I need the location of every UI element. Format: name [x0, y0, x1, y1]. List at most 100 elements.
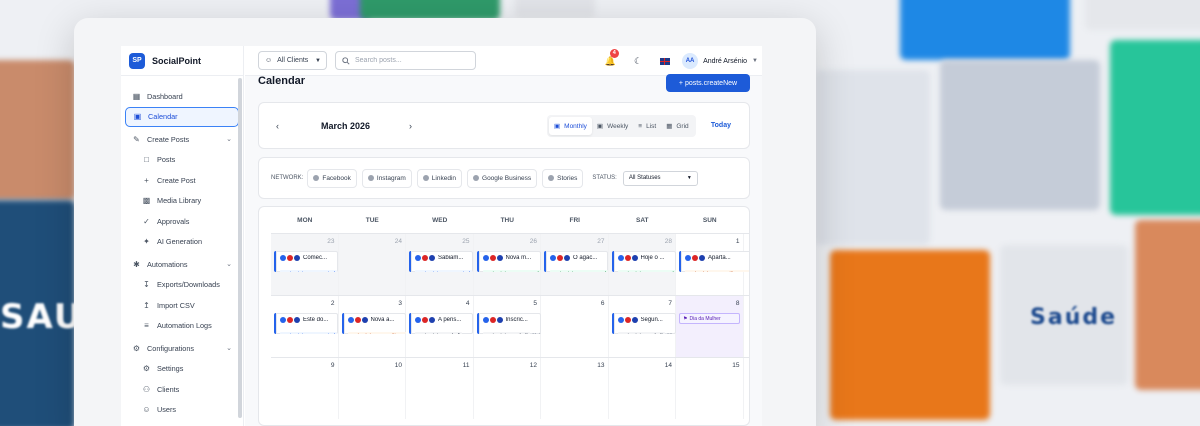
- theme-toggle-moon-icon[interactable]: ☾: [634, 56, 642, 67]
- calendar-day-cell[interactable]: 5 Inscric... posts.statuses.draft11:1: [474, 296, 541, 357]
- create-post-button[interactable]: + posts.createNew: [666, 74, 750, 92]
- calendar-day-cell[interactable]: 13: [541, 358, 609, 419]
- calendar-day-cell[interactable]: 23 Comec... posts.statuses.exported: [271, 234, 339, 295]
- brand[interactable]: SP SocialPoint: [121, 46, 243, 76]
- event-status-badge: posts.statuses.exported: [280, 270, 337, 272]
- search-input[interactable]: [355, 57, 465, 64]
- chevron-down-icon[interactable]: ▼: [752, 58, 758, 64]
- calendar-day-cell[interactable]: 2 Este do... posts.statuses.exported: [271, 296, 339, 357]
- day-number: 3: [398, 300, 402, 307]
- calendar-day-cell[interactable]: 11: [406, 358, 474, 419]
- calendar-day-cell[interactable]: 6: [541, 296, 609, 357]
- calendar-post-event[interactable]: Comec... posts.statuses.exported: [274, 251, 338, 272]
- calendar-post-event[interactable]: Aparta... posts.statuses.awaiting_appr: [679, 251, 749, 272]
- calendar-day-cell[interactable]: 25 Sabiam... posts.statuses.exported: [406, 234, 474, 295]
- calendar-day-cell[interactable]: 24: [338, 234, 406, 295]
- network-chip-instagram[interactable]: Instagram: [361, 168, 412, 188]
- sidebar-item-configurations[interactable]: ⚙ Configurations ⌄: [125, 338, 239, 359]
- sidebar-item-media-library[interactable]: ▩ Media Library: [125, 191, 239, 212]
- calendar-icon: ▣: [133, 112, 142, 122]
- calendar-day-cell[interactable]: 8 ⚑ Dia da Mulher: [676, 296, 744, 357]
- view-list[interactable]: ≡ List: [633, 117, 661, 135]
- calendar-post-event[interactable]: Nova m... posts.statuses.approved: [476, 251, 541, 272]
- calendar-day-cell[interactable]: 15: [676, 358, 744, 419]
- prev-month-chevron-icon[interactable]: ‹: [276, 121, 279, 131]
- calendar-day-cell[interactable]: 14: [609, 358, 676, 419]
- facebook-icon: [280, 254, 286, 261]
- network-chip-facebook[interactable]: Facebook: [307, 168, 357, 188]
- calendar-toolbar: ‹ March 2026 › ▣ Monthly ▣ Weekly ≡ List ▦ Grid…: [258, 102, 750, 149]
- notifications-button[interactable]: 🔔 4: [605, 48, 619, 67]
- calendar-day-cell[interactable]: 3 Nova a... posts.statuses.awaiting...: [339, 296, 406, 357]
- calendar-post-event[interactable]: A pens... posts.statuses.draft: [409, 313, 473, 334]
- avatar[interactable]: AA: [682, 53, 699, 69]
- view-monthly[interactable]: ▣ Monthly: [549, 117, 592, 135]
- day-number: 25: [462, 238, 470, 245]
- view-grid[interactable]: ▦ Grid: [661, 117, 693, 135]
- calendar-day-cell[interactable]: 27 O agac... posts.statuses.approved: [541, 234, 609, 295]
- sidebar-item-create-post[interactable]: + Create Post: [125, 170, 239, 191]
- calendar-post-event[interactable]: Nova a... posts.statuses.awaiting...: [341, 313, 406, 334]
- sidebar-item-settings[interactable]: ⚙ Settings: [125, 359, 239, 380]
- sidebar-item-ai-generation[interactable]: ✦ AI Generation: [125, 232, 239, 253]
- network-chip-linkedin[interactable]: Linkedin: [416, 168, 463, 188]
- network-chip-stories[interactable]: Stories: [542, 168, 584, 188]
- calendar-post-event[interactable]: Segun... posts.statuses.draft06:: [611, 313, 676, 334]
- page-title: Calendar: [258, 75, 306, 87]
- event-header: Inscric...: [482, 315, 538, 324]
- sidebar-item-users[interactable]: ☺ Users: [125, 400, 239, 421]
- instagram-icon: [422, 254, 428, 261]
- facebook-icon: [347, 316, 354, 323]
- sidebar-item-exports-downloads[interactable]: ↧ Exports/Downloads: [125, 275, 239, 296]
- sidebar-scrollbar[interactable]: [238, 78, 242, 418]
- calendar-day-cell[interactable]: 4 A pens... posts.statuses.draft: [406, 296, 474, 357]
- sidebar-item-clients[interactable]: ⚇ Clients: [125, 379, 239, 400]
- view-switcher: ▣ Monthly ▣ Weekly ≡ List ▦ Grid: [547, 115, 696, 137]
- calendar-post-event[interactable]: Este do... posts.statuses.exported: [274, 313, 338, 334]
- calendar-day-cell[interactable]: 7 Segun... posts.statuses.draft06:: [609, 296, 676, 357]
- calendar-post-event[interactable]: Hoje o ... posts.statuses.approved: [611, 251, 676, 272]
- calendar-day-cell[interactable]: 12: [474, 358, 541, 419]
- lightning-icon: ✱: [133, 259, 140, 269]
- calendar-post-event[interactable]: Sabiam... posts.statuses.exported: [409, 251, 473, 272]
- calendar-post-event[interactable]: O agac... posts.statuses.approved: [544, 251, 608, 272]
- sidebar-item-posts[interactable]: □ Posts: [125, 150, 239, 171]
- sidebar-item-automation-logs[interactable]: ≡ Automation Logs: [125, 316, 239, 337]
- sidebar-item-automations[interactable]: ✱ Automations ⌄: [125, 254, 239, 275]
- network-chip-google-business[interactable]: Google Business: [467, 168, 538, 188]
- network-icon: [367, 175, 374, 181]
- language-flag-icon[interactable]: [660, 57, 671, 65]
- bg-photo-tile: [0, 60, 75, 200]
- linkedin-icon: [699, 254, 705, 261]
- sidebar-item-dashboard[interactable]: ▦ Dashboard: [125, 86, 239, 107]
- calendar-day-cell[interactable]: 10: [339, 358, 406, 419]
- next-month-chevron-icon[interactable]: ›: [409, 121, 412, 131]
- view-label: List: [646, 122, 657, 130]
- calendar-weeks: 23 Comec... posts.statuses.exported2425 …: [259, 233, 749, 419]
- client-filter-select[interactable]: ☺ All Clients ▼: [258, 51, 327, 70]
- sidebar-item-approvals[interactable]: ✓ Approvals: [125, 211, 239, 232]
- instagram-icon: [354, 316, 361, 323]
- user-name[interactable]: André Arsénio: [703, 58, 747, 65]
- bg-tile: [815, 70, 930, 245]
- event-title: O agac...: [573, 254, 598, 261]
- client-filter-value: All Clients: [277, 57, 309, 64]
- calendar-post-event[interactable]: Inscric... posts.statuses.draft11:1: [476, 313, 541, 334]
- calendar-day-cell[interactable]: 9: [271, 358, 339, 419]
- calendar-day-cell[interactable]: 26 Nova m... posts.statuses.approved: [473, 234, 541, 295]
- page-header: Calendar + posts.createNew: [258, 74, 750, 102]
- day-number: 7: [668, 300, 672, 307]
- sidebar-item-calendar[interactable]: ▣ Calendar: [125, 106, 239, 127]
- bg-word-right: Saúde: [1030, 305, 1118, 330]
- sidebar: SP SocialPoint ▦ Dashboard ▣ Calendar ✎ Creat…: [121, 46, 244, 426]
- status-filter-select[interactable]: All Statuses ▼: [622, 170, 698, 186]
- calendar-week: 9 10 11 12 13 14 15: [271, 357, 749, 419]
- today-button[interactable]: Today: [711, 122, 731, 129]
- calendar-day-cell[interactable]: 1 Aparta... posts.statuses.awaiting_appr: [676, 234, 749, 295]
- calendar-day-cell[interactable]: 28 Hoje o ... posts.statuses.approved: [608, 234, 676, 295]
- network-chip-label: Facebook: [322, 174, 351, 182]
- sidebar-nav: ▦ Dashboard ▣ Calendar ✎ Create Posts ⌄ □ Posts +…: [121, 76, 243, 420]
- view-weekly[interactable]: ▣ Weekly: [592, 117, 633, 135]
- sidebar-item-create-posts[interactable]: ✎ Create Posts ⌄: [125, 129, 239, 150]
- sidebar-item-import-csv[interactable]: ↥ Import CSV: [125, 295, 239, 316]
